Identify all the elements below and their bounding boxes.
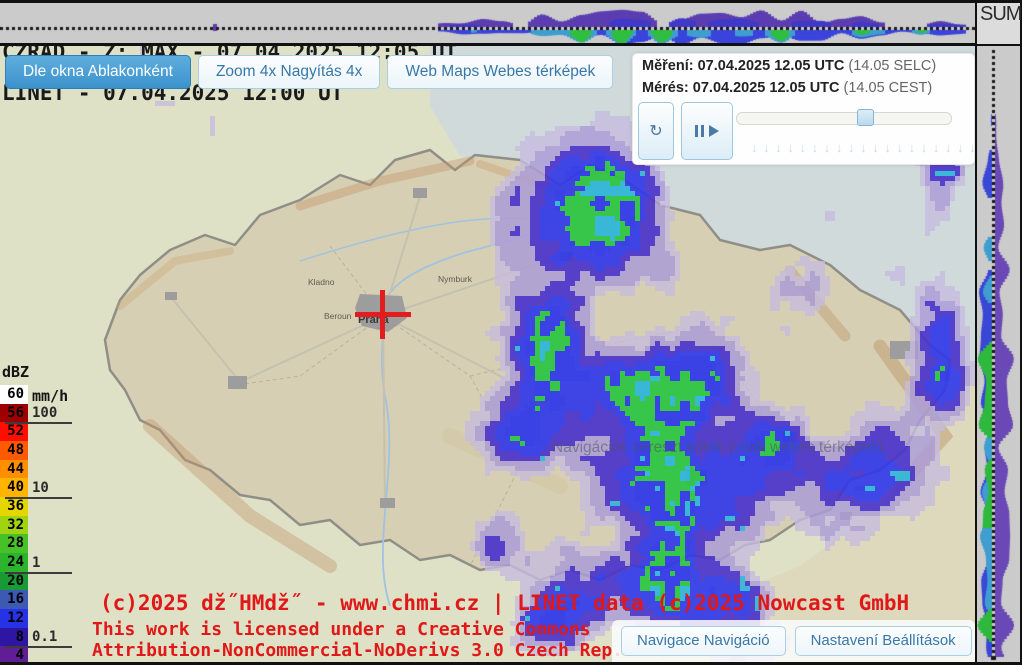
navigation-cross bbox=[380, 290, 385, 339]
frame-tick-arrow: ↓ bbox=[897, 140, 904, 155]
frame-tick-arrow: ↓ bbox=[884, 140, 891, 155]
dbz-scale-row: 48 bbox=[0, 441, 28, 460]
measurement-line-cz: Měření: 07.04.2025 12.05 UTC (14.05 SELC… bbox=[633, 54, 974, 76]
pause-play-icon bbox=[695, 125, 719, 137]
refresh-button[interactable]: ↻ bbox=[638, 102, 674, 160]
dbz-scale-row: 24 bbox=[0, 553, 28, 572]
dbz-unit-label: dBZ bbox=[0, 363, 29, 385]
dbz-scale: dBZ 6056524844403632282420161284 mm/h 10… bbox=[0, 363, 29, 665]
bottom-nav-panel: Navigace Navigáció Nastavení Beállítások bbox=[612, 620, 975, 662]
dbz-scale-row: 32 bbox=[0, 516, 28, 535]
navigation-button[interactable]: Navigace Navigáció bbox=[621, 626, 786, 656]
radar-viewer: SUM bbox=[0, 0, 1022, 665]
license-line-1: This work is licensed under a Creative C… bbox=[92, 619, 591, 640]
mmh-tick-line bbox=[5, 422, 72, 424]
mmh-unit-label: mm/h bbox=[32, 387, 68, 405]
settings-button[interactable]: Nastavení Beállítások bbox=[795, 626, 972, 656]
frame-tick-arrow: ↓ bbox=[921, 140, 928, 155]
frame-tick-arrow: ↓ bbox=[957, 140, 964, 155]
copyright-line: (c)2025 dž˝HMdž˝ - www.chmi.cz | LINET d… bbox=[100, 591, 909, 615]
frame-tick-arrows: ↓ ↓ ↓ ↓ ↓ ↓ ↓ ↓ ↓ ↓ ↓ ↓ ↓ ↓ ↓ ↓ ↓ ↓ ↓ bbox=[751, 140, 976, 155]
dbz-scale-row: 28 bbox=[0, 534, 28, 553]
frame-tick-arrow: ↓ bbox=[812, 140, 819, 155]
measurement-label-hu: Mérés: bbox=[642, 80, 689, 96]
toolbar-button-web-maps[interactable]: Web Maps Webes térképek bbox=[387, 55, 613, 89]
measurement-localtime-hu: (14.05 CEST) bbox=[844, 80, 933, 96]
frame-tick-arrow: ↓ bbox=[969, 140, 976, 155]
mmh-tick-line bbox=[5, 572, 72, 574]
toolbar-button-window-mode[interactable]: Dle okna Ablakonként bbox=[5, 55, 191, 89]
frame-tick-arrow: ↓ bbox=[787, 140, 794, 155]
dbz-scale-row: 60 bbox=[0, 385, 28, 404]
dbz-scale-row: 16 bbox=[0, 590, 28, 609]
dbz-scale-row: 8 bbox=[0, 628, 28, 647]
refresh-icon: ↻ bbox=[649, 121, 662, 141]
dbz-scale-row: 12 bbox=[0, 609, 28, 628]
playback-controls: ↻ bbox=[638, 102, 733, 160]
top-profile-strip bbox=[0, 0, 975, 46]
mmh-tick-line bbox=[5, 497, 72, 499]
dbz-color-column: 6056524844403632282420161284 bbox=[0, 385, 28, 665]
license-line-2: Attribution-NonCommercial-NoDerivs 3.0 C… bbox=[92, 640, 666, 661]
measurement-label-cz: Měření: bbox=[642, 58, 694, 74]
sum-label: SUM bbox=[977, 3, 1020, 24]
frame-tick-arrow: ↓ bbox=[872, 140, 879, 155]
measurement-value-cz: 07.04.2025 12.05 UTC bbox=[698, 58, 845, 74]
frame-tick-arrow: ↓ bbox=[775, 140, 782, 155]
frame-tick-arrow: ↓ bbox=[848, 140, 855, 155]
mmh-mark-1: 1 bbox=[32, 555, 66, 571]
time-slider-handle[interactable] bbox=[857, 109, 874, 126]
mmh-tick-line bbox=[5, 646, 72, 648]
dbz-scale-row: 36 bbox=[0, 497, 28, 516]
right-profile-histogram bbox=[977, 46, 1020, 665]
time-slider[interactable] bbox=[736, 112, 952, 125]
frame-tick-arrow: ↓ bbox=[763, 140, 770, 155]
dbz-scale-row: 20 bbox=[0, 572, 28, 591]
frame-tick-arrow: ↓ bbox=[945, 140, 952, 155]
measurement-panel: Měření: 07.04.2025 12.05 UTC (14.05 SELC… bbox=[632, 53, 975, 165]
frame-tick-arrow: ↓ bbox=[933, 140, 940, 155]
frame-tick-arrow: ↓ bbox=[824, 140, 831, 155]
frame-tick-arrow: ↓ bbox=[860, 140, 867, 155]
frame-tick-arrow: ↓ bbox=[751, 140, 758, 155]
dbz-scale-row: 44 bbox=[0, 460, 28, 479]
frame-tick-arrow: ↓ bbox=[909, 140, 916, 155]
mmh-mark-100: 100 bbox=[32, 405, 66, 421]
toolbar-button-zoom-4x[interactable]: Zoom 4x Nagyítás 4x bbox=[198, 55, 380, 89]
dbz-scale-row: 52 bbox=[0, 422, 28, 441]
mmh-mark-10: 10 bbox=[32, 480, 66, 496]
dbz-scale-row: 56 bbox=[0, 404, 28, 423]
map-watermark: Navigációs kereszt körök (csak webes tér… bbox=[552, 439, 884, 457]
frame-tick-arrow: ↓ bbox=[836, 140, 843, 155]
toolbar: Dle okna Ablakonként Zoom 4x Nagyítás 4x… bbox=[5, 55, 613, 89]
frame-tick-arrow: ↓ bbox=[800, 140, 807, 155]
sum-corner: SUM bbox=[975, 0, 1022, 46]
measurement-localtime-cz: (14.05 SELC) bbox=[848, 58, 936, 74]
right-profile-strip bbox=[975, 46, 1022, 665]
dbz-scale-row: 40 bbox=[0, 478, 28, 497]
measurement-line-hu: Mérés: 07.04.2025 12.05 UTC (14.05 CEST) bbox=[633, 76, 974, 98]
top-profile-histogram bbox=[0, 3, 975, 43]
mmh-mark-01: 0.1 bbox=[32, 629, 66, 645]
pause-play-button[interactable] bbox=[681, 102, 733, 160]
measurement-value-hu: 07.04.2025 12.05 UTC bbox=[693, 80, 840, 96]
